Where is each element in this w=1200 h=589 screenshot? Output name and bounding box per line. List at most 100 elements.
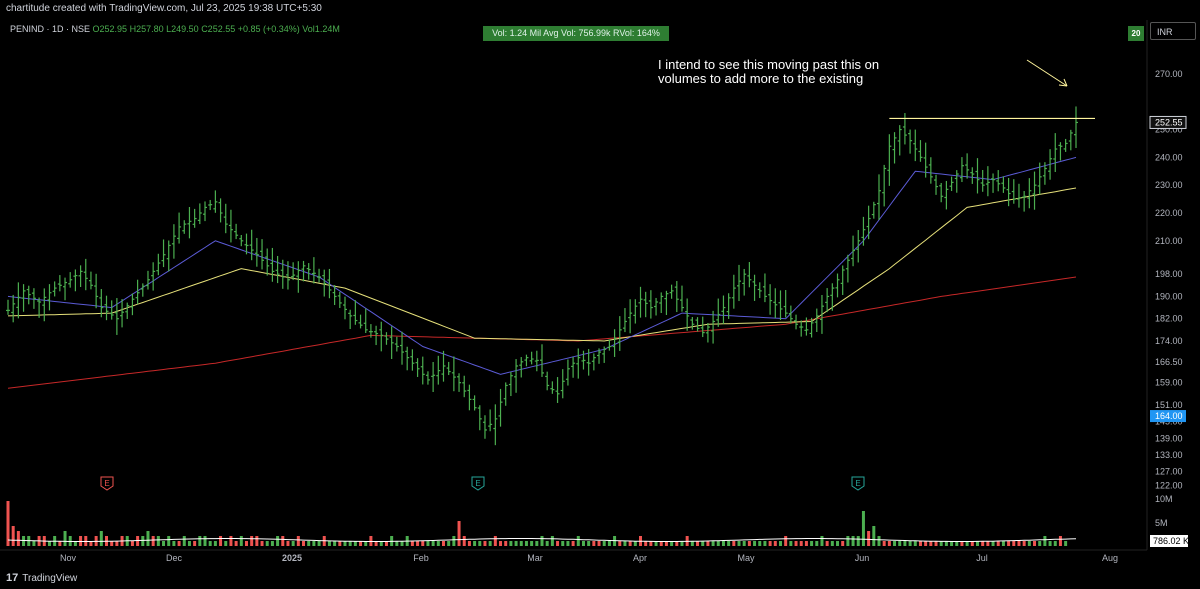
ohlc-bar xyxy=(31,288,36,309)
volume-bar xyxy=(851,536,855,546)
volume-bar xyxy=(1033,541,1037,546)
ohlc-bar xyxy=(140,283,145,297)
ohlc-bar xyxy=(985,166,990,197)
ohlc-bar xyxy=(151,262,156,291)
volume-bar xyxy=(452,536,456,546)
volume-bar xyxy=(737,541,741,546)
volume-bar xyxy=(825,541,829,546)
ohlc-bar xyxy=(109,300,114,320)
volume-bar xyxy=(836,541,840,546)
volume-bar xyxy=(493,536,497,546)
chart-overlays: EEE xyxy=(100,59,1095,491)
volume-bar xyxy=(130,541,134,546)
ohlc-bar xyxy=(571,356,576,378)
ohlc-bar xyxy=(762,273,767,303)
price-axis[interactable]: 270.00250.00240.00230.00220.00210.00198.… xyxy=(1146,20,1189,550)
ohlc-bar xyxy=(78,265,83,287)
ohlc-bar xyxy=(358,314,363,329)
tradingview-logo-icon: 17 xyxy=(6,572,19,584)
price-tick-label: 270.00 xyxy=(1155,69,1183,79)
ohlc-bar xyxy=(871,201,876,219)
ohlc-bar xyxy=(690,316,695,330)
ohlc-bar xyxy=(954,170,959,193)
ohlc-bar xyxy=(617,316,622,351)
ohlc-bar xyxy=(892,132,897,164)
time-tick-label: Dec xyxy=(166,553,183,563)
time-axis[interactable]: Nov Dec 2025 Feb Mar Apr May Jun Jul Aug xyxy=(0,549,1147,563)
ohlc-bar xyxy=(773,288,778,319)
volume-bar xyxy=(1001,541,1005,546)
volume-bar xyxy=(483,541,487,546)
volume-bar xyxy=(488,541,492,546)
ohlc-bar xyxy=(425,371,430,385)
volume-bar xyxy=(141,536,145,546)
volume-bar xyxy=(286,541,290,546)
volume-bar xyxy=(628,541,632,546)
volume-bar xyxy=(696,541,700,546)
ohlc-bar xyxy=(405,346,410,371)
tradingview-brand: TradingView xyxy=(22,572,78,584)
price-tick-label: 182.00 xyxy=(1155,314,1183,324)
price-tick-label: 190.00 xyxy=(1155,291,1183,301)
ohlc-bar xyxy=(840,265,845,296)
volume-bar xyxy=(732,541,736,546)
ohlc-bar xyxy=(612,329,617,357)
time-tick-label: Jul xyxy=(976,553,988,563)
volume-bar xyxy=(270,541,274,546)
ohlc-bar xyxy=(342,296,347,320)
ohlc-bar xyxy=(669,284,674,299)
volume-bar xyxy=(918,541,922,546)
ohlc-bar xyxy=(991,173,996,193)
ohlc-bar xyxy=(996,170,1001,192)
ohlc-bar xyxy=(1011,179,1016,204)
ohlc-bar xyxy=(555,377,560,403)
ohlc-bar xyxy=(534,350,539,372)
ohlc-bar xyxy=(768,284,773,315)
volume-bar xyxy=(711,541,715,546)
volume-bar xyxy=(307,541,311,546)
price-tick-label: 166.50 xyxy=(1155,357,1183,367)
ohlc-bar xyxy=(1068,129,1073,151)
ohlc-bar xyxy=(845,254,850,283)
ohlc-bar xyxy=(42,288,47,322)
ohlc-bar xyxy=(545,371,550,391)
ohlc-bar xyxy=(6,299,10,315)
ohlc-bar xyxy=(52,281,57,297)
ohlc-bar xyxy=(965,153,970,179)
volume-bar xyxy=(607,541,611,546)
volume-bar xyxy=(597,541,601,546)
volume-bar xyxy=(545,541,549,546)
volume-bar xyxy=(535,541,539,546)
price-chart[interactable]: EEE 270.00250.00240.00230.00220.00210.00… xyxy=(0,0,1200,589)
ohlc-bar xyxy=(949,176,954,192)
volume-bar xyxy=(571,541,575,546)
ohlc-bar xyxy=(876,174,881,220)
volume-bar xyxy=(193,541,197,546)
volume-bar xyxy=(514,541,518,546)
volume-bar xyxy=(115,541,119,546)
last-price-label: 252.55 xyxy=(1155,117,1183,127)
volume-bar xyxy=(810,541,814,546)
volume-bar xyxy=(162,541,166,546)
volume-bar xyxy=(187,541,191,546)
ohlc-bar xyxy=(861,216,866,246)
volume-bar xyxy=(11,526,15,546)
ohlc-bar xyxy=(441,350,446,382)
ohlc-bar xyxy=(420,356,425,385)
ohlc-bar xyxy=(477,405,482,431)
volume-bar xyxy=(317,541,321,546)
volume-tick-label: 5M xyxy=(1155,518,1168,528)
ohlc-bar xyxy=(177,212,182,244)
volume-bar xyxy=(727,541,731,546)
ohlc-bar xyxy=(633,299,638,324)
ohlc-bar xyxy=(63,277,68,301)
volume-bar xyxy=(509,541,513,546)
volume-bar xyxy=(400,541,404,546)
ohlc-bar xyxy=(363,308,368,334)
volume-bar xyxy=(530,541,534,546)
volume-bar xyxy=(701,541,705,546)
ohlc-bar xyxy=(47,284,52,311)
ohlc-bar xyxy=(514,359,519,393)
volume-bar xyxy=(457,521,461,546)
ohlc-bar xyxy=(934,174,939,195)
